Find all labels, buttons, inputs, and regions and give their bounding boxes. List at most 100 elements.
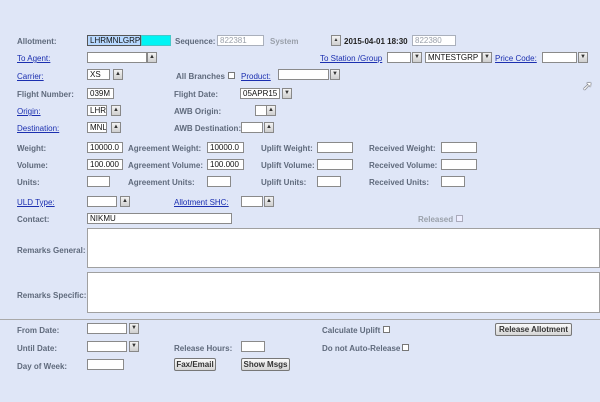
- product-dropdown-icon[interactable]: ▼: [330, 69, 340, 80]
- origin-dropdown-icon[interactable]: ▲: [111, 105, 121, 116]
- system-sequence-input: 822380: [412, 35, 456, 46]
- allotment-shc-link[interactable]: Allotment SHC:: [174, 197, 229, 208]
- uplift-units-input[interactable]: [317, 176, 341, 187]
- price-code-link[interactable]: Price Code:: [495, 53, 537, 64]
- allotment-suffix-field[interactable]: [141, 35, 171, 46]
- until-date-label: Until Date:: [17, 344, 57, 353]
- to-station-group-link[interactable]: To Station /Group: [320, 53, 382, 64]
- release-hours-label: Release Hours:: [174, 344, 233, 353]
- volume-input[interactable]: 100.000: [87, 159, 123, 170]
- carrier-dropdown-icon[interactable]: ▲: [113, 69, 123, 80]
- flight-number-input[interactable]: 039M: [87, 88, 114, 99]
- remarks-general-textarea[interactable]: [87, 228, 600, 268]
- uplift-volume-input[interactable]: [317, 159, 353, 170]
- awb-destination-input[interactable]: [241, 122, 263, 133]
- awb-origin-label: AWB Origin:: [174, 107, 222, 116]
- contact-input[interactable]: NIKMU: [87, 213, 232, 224]
- from-date-input[interactable]: [87, 323, 127, 334]
- destination-link[interactable]: Destination:: [17, 123, 59, 134]
- weight-input[interactable]: 10000.0: [87, 142, 123, 153]
- received-units-input[interactable]: [441, 176, 465, 187]
- to-agent-input[interactable]: [87, 52, 147, 63]
- uplift-volume-label: Uplift Volume:: [261, 161, 315, 170]
- units-input[interactable]: [87, 176, 110, 187]
- received-volume-input[interactable]: [441, 159, 477, 170]
- fax-email-button[interactable]: Fax/Email: [174, 358, 216, 371]
- remarks-specific-label: Remarks Specific:: [17, 291, 87, 300]
- awb-destination-dropdown-icon[interactable]: ▲: [264, 122, 274, 133]
- received-weight-input[interactable]: [441, 142, 477, 153]
- uld-type-input[interactable]: [87, 196, 117, 207]
- sequence-input: 822381: [217, 35, 264, 46]
- carrier-link[interactable]: Carrier:: [17, 71, 44, 82]
- carrier-input[interactable]: XS: [87, 69, 110, 80]
- remarks-specific-textarea[interactable]: [87, 272, 600, 313]
- awb-destination-label: AWB Destination:: [174, 124, 242, 133]
- section-divider: [0, 319, 600, 320]
- origin-link[interactable]: Origin:: [17, 106, 41, 117]
- all-branches-checkbox[interactable]: [228, 72, 235, 79]
- calculate-uplift-checkbox[interactable]: [383, 326, 390, 333]
- all-branches-label: All Branches: [176, 72, 225, 81]
- uplift-weight-input[interactable]: [317, 142, 353, 153]
- received-weight-label: Received Weight:: [369, 144, 436, 153]
- sequence-label: Sequence:: [175, 37, 216, 46]
- product-link[interactable]: Product:: [241, 71, 271, 82]
- agreement-units-label: Agreement Units:: [128, 178, 195, 187]
- price-code-input[interactable]: [542, 52, 577, 63]
- flight-date-label: Flight Date:: [174, 90, 218, 99]
- station-input[interactable]: [387, 52, 411, 63]
- day-of-week-label: Day of Week:: [17, 362, 68, 371]
- until-date-input[interactable]: [87, 341, 127, 352]
- system-arrow-button[interactable]: ▲: [331, 35, 341, 46]
- mouse-cursor-icon: ➚: [582, 78, 593, 93]
- allotment-shc-input[interactable]: [241, 196, 263, 207]
- until-date-dropdown-icon[interactable]: ▼: [129, 341, 139, 352]
- price-code-dropdown-icon[interactable]: ▼: [578, 52, 588, 63]
- weight-label: Weight:: [17, 144, 47, 153]
- agreement-weight-input[interactable]: 10000.0: [207, 142, 244, 153]
- destination-dropdown-icon[interactable]: ▲: [111, 122, 121, 133]
- agreement-volume-label: Agreement Volume:: [128, 161, 203, 170]
- remarks-general-label: Remarks General:: [17, 246, 86, 255]
- released-label: Released: [418, 215, 454, 224]
- uld-type-link[interactable]: ULD Type:: [17, 197, 55, 208]
- show-msgs-button[interactable]: Show Msgs: [241, 358, 290, 371]
- received-units-label: Received Units:: [369, 178, 430, 187]
- to-agent-link[interactable]: To Agent:: [17, 53, 50, 64]
- agreement-volume-input[interactable]: 100.000: [207, 159, 244, 170]
- allotment-input[interactable]: LHRMNLGRP: [87, 35, 141, 46]
- system-label: System: [270, 37, 299, 46]
- agreement-weight-label: Agreement Weight:: [128, 144, 202, 153]
- flight-number-label: Flight Number:: [17, 90, 74, 99]
- auto-release-label: Do not Auto-Release: [322, 344, 401, 353]
- allotment-label: Allotment:: [17, 37, 57, 46]
- flight-date-input[interactable]: 05APR15: [240, 88, 280, 99]
- awb-origin-dropdown-icon[interactable]: ▲: [266, 105, 276, 116]
- from-date-label: From Date:: [17, 326, 60, 335]
- released-checkbox: [456, 215, 463, 222]
- auto-release-checkbox[interactable]: [402, 344, 409, 351]
- units-label: Units:: [17, 178, 40, 187]
- allotment-shc-dropdown-icon[interactable]: ▲: [264, 196, 274, 207]
- station-dropdown-icon[interactable]: ▼: [412, 52, 422, 63]
- destination-input[interactable]: MNL: [87, 122, 107, 133]
- datetime-text: 2015-04-01 18:30: [344, 37, 408, 46]
- day-of-week-input[interactable]: [87, 359, 124, 370]
- product-input[interactable]: [278, 69, 329, 80]
- group-select[interactable]: MNTESTGRP: [425, 52, 482, 63]
- calculate-uplift-label: Calculate Uplift: [322, 326, 381, 335]
- to-agent-dropdown-icon[interactable]: ▲: [147, 52, 157, 63]
- uplift-units-label: Uplift Units:: [261, 178, 307, 187]
- uplift-weight-label: Uplift Weight:: [261, 144, 313, 153]
- release-allotment-button[interactable]: Release Allotment: [495, 323, 572, 336]
- uld-type-dropdown-icon[interactable]: ▲: [120, 196, 130, 207]
- volume-label: Volume:: [17, 161, 48, 170]
- contact-label: Contact:: [17, 215, 50, 224]
- group-dropdown-icon[interactable]: ▼: [482, 52, 492, 63]
- agreement-units-input[interactable]: [207, 176, 231, 187]
- origin-input[interactable]: LHR: [87, 105, 107, 116]
- release-hours-input[interactable]: [241, 341, 265, 352]
- from-date-dropdown-icon[interactable]: ▼: [129, 323, 139, 334]
- flight-date-dropdown-icon[interactable]: ▼: [282, 88, 292, 99]
